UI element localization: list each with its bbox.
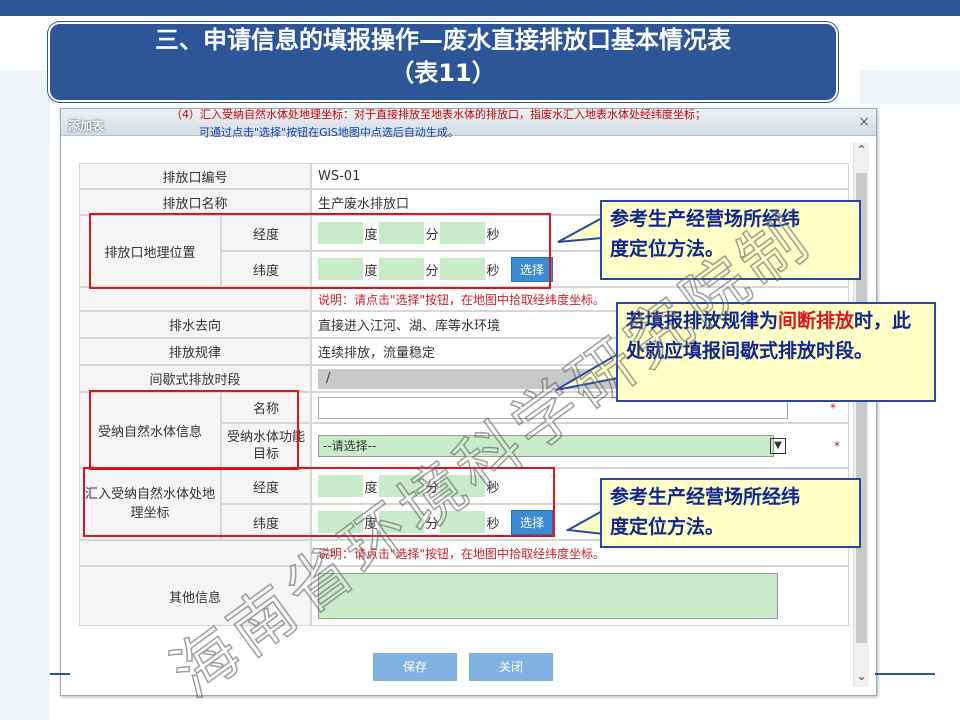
bottom-rule-left [50, 673, 70, 675]
dialog-title: 添加表 [68, 119, 105, 133]
top-band [0, 0, 960, 16]
hint-spacer [79, 287, 311, 311]
outlet-name-label: 排放口名称 [79, 189, 311, 215]
callout-3: 参考生产经营场所经纬 度定位方法。 [600, 478, 861, 548]
function-target-cell: --请选择-- ▼ * [311, 423, 849, 468]
direction-label: 排水去向 [79, 311, 311, 338]
callout-2-text-a: 若填报排放规律为 [626, 310, 779, 332]
callout-1-line2: 度定位方法。 [610, 238, 725, 260]
dialog-header: 添加表 （4）汇入受纳自然水体处地理坐标：对于直接排放至地表水体的排放口，指废水… [61, 108, 876, 139]
function-target-select[interactable]: --请选择-- [318, 434, 774, 457]
other-info-textarea[interactable] [318, 573, 778, 619]
callout-1-tail [557, 216, 603, 243]
save-button[interactable]: 保存 [373, 653, 457, 681]
intermittent-label: 间歇式排放时段 [79, 365, 311, 392]
callout-2-highlight: 间断排放 [778, 310, 855, 332]
dialog-note-blue: 可通过点击"选择"按钮在GIS地图中点选后自动生成。 [199, 126, 459, 139]
bottom-rule-right [875, 673, 935, 675]
add-form-dialog: 添加表 （4）汇入受纳自然水体处地理坐标：对于直接排放至地表水体的排放口，指废水… [60, 108, 877, 696]
callout-3-line1: 参考生产经营场所经纬 [610, 486, 801, 508]
highlight-inflow-coord [83, 467, 555, 537]
right-stripe [860, 70, 960, 104]
callout-3-line2: 度定位方法。 [610, 516, 725, 538]
scroll-up-icon[interactable]: ⌃ [854, 143, 869, 161]
highlight-geo-location [89, 213, 551, 289]
pattern-label: 排放规律 [79, 338, 311, 365]
slide-title-line2: （表11） [390, 59, 496, 87]
left-stripe [0, 70, 50, 720]
highlight-receiving-water [89, 390, 299, 470]
required-mark-2: * [834, 438, 840, 453]
close-button[interactable]: 关闭 [469, 653, 553, 681]
callout-1-line1: 参考生产经营场所经纬 [610, 208, 801, 230]
chevron-down-icon[interactable]: ▼ [770, 437, 786, 454]
scroll-down-icon[interactable]: ⌄ [854, 669, 869, 687]
other-info-label: 其他信息 [79, 566, 311, 626]
required-mark: * [830, 400, 836, 415]
slide-title-line1: 三、申请信息的填报操作—废水直接排放口基本情况表 [155, 26, 731, 54]
callout-2-tail [555, 352, 619, 391]
close-icon[interactable]: × [858, 114, 870, 130]
callout-2: 若填报排放规律为间断排放时，此处就应填报间歇式排放时段。 [616, 302, 936, 402]
slide-title: 三、申请信息的填报操作—废水直接排放口基本情况表 （表11） [48, 22, 838, 102]
callout-1: 参考生产经营场所经纬 度定位方法。 [600, 200, 861, 280]
other-info-cell [311, 566, 849, 626]
dialog-note-red: （4）汇入受纳自然水体处地理坐标：对于直接排放至地表水体的排放口，指废水汇入地表… [171, 108, 706, 121]
outlet-no-value[interactable]: WS-01 [311, 163, 849, 189]
hint-spacer-2 [79, 540, 311, 566]
outlet-no-label: 排放口编号 [79, 163, 311, 189]
